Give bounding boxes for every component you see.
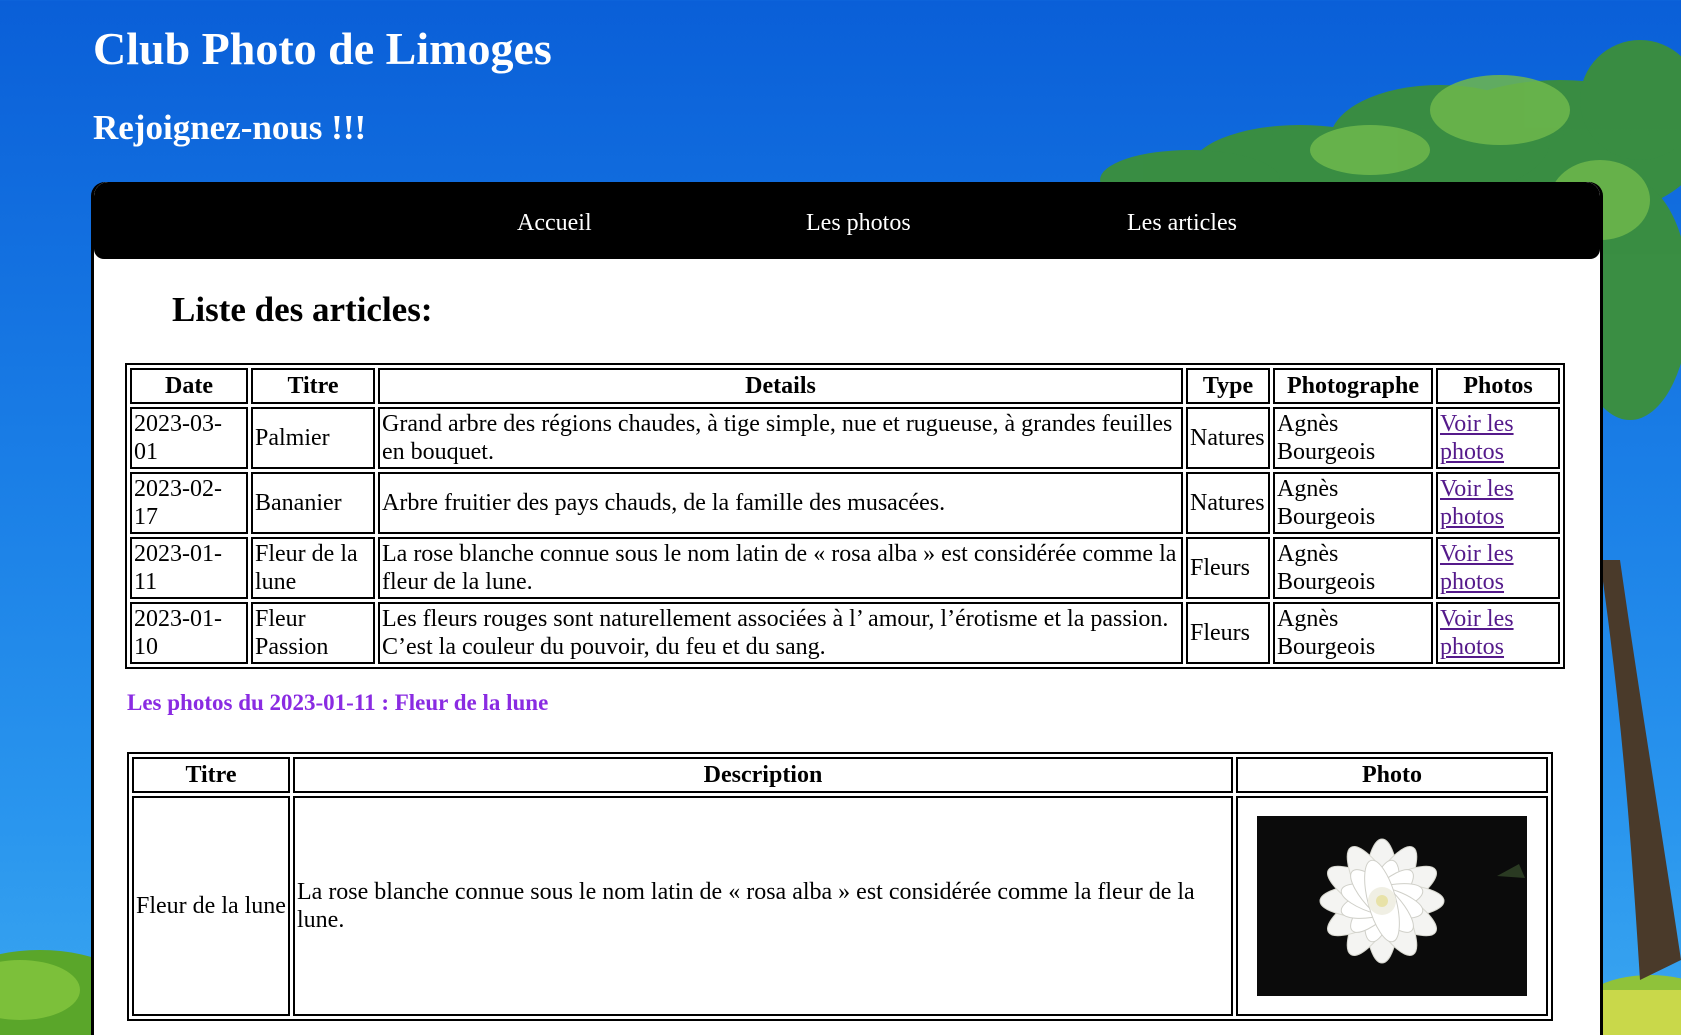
- cell-type: Fleurs: [1186, 537, 1270, 599]
- cell-titre: Fleur de la lune: [251, 537, 375, 599]
- cell-titre: Palmier: [251, 407, 375, 469]
- cell-photos: Voir les photos: [1436, 407, 1560, 469]
- cell-photos: Voir les photos: [1436, 602, 1560, 664]
- cell-photos: Voir les photos: [1436, 472, 1560, 534]
- articles-heading: Liste des articles:: [172, 290, 433, 329]
- col-photographe: Photographe: [1273, 368, 1433, 404]
- cell-photo: [1236, 796, 1548, 1016]
- photos-table: Titre Description Photo Fleur de la lune…: [127, 752, 1553, 1021]
- cell-date: 2023-03-01: [130, 407, 248, 469]
- cell-titre: Fleur de la lune: [132, 796, 290, 1016]
- table-row: 2023-01-11 Fleur de la lune La rose blan…: [130, 537, 1560, 599]
- site-title: Club Photo de Limoges: [93, 23, 552, 74]
- cell-titre: Bananier: [251, 472, 375, 534]
- col-description: Description: [293, 757, 1233, 793]
- articles-table: Date Titre Details Type Photographe Phot…: [125, 363, 1565, 669]
- cell-photographe: Agnès Bourgeois: [1273, 537, 1433, 599]
- col-date: Date: [130, 368, 248, 404]
- nav-link-accueil[interactable]: Accueil: [517, 210, 592, 237]
- col-photo: Photo: [1236, 757, 1548, 793]
- voir-photos-link[interactable]: Voir les photos: [1440, 541, 1514, 595]
- cell-details: Les fleurs rouges sont naturellement ass…: [378, 602, 1183, 664]
- col-titre: Titre: [132, 757, 290, 793]
- table-row: 2023-03-01 Palmier Grand arbre des régio…: [130, 407, 1560, 469]
- articles-header-row: Date Titre Details Type Photographe Phot…: [130, 368, 1560, 404]
- photos-heading: Les photos du 2023-01-11 : Fleur de la l…: [127, 690, 549, 715]
- photos-header-row: Titre Description Photo: [132, 757, 1548, 793]
- voir-photos-link[interactable]: Voir les photos: [1440, 411, 1514, 465]
- col-type: Type: [1186, 368, 1270, 404]
- table-row: 2023-01-10 Fleur Passion Les fleurs roug…: [130, 602, 1560, 664]
- voir-photos-link[interactable]: Voir les photos: [1440, 476, 1514, 530]
- table-row: 2023-02-17 Bananier Arbre fruitier des p…: [130, 472, 1560, 534]
- cell-photographe: Agnès Bourgeois: [1273, 602, 1433, 664]
- cell-type: Fleurs: [1186, 602, 1270, 664]
- voir-photos-link[interactable]: Voir les photos: [1440, 606, 1514, 660]
- cell-details: La rose blanche connue sous le nom latin…: [378, 537, 1183, 599]
- nav-bar: Accueil Les photos Les articles: [94, 182, 1600, 259]
- cell-photographe: Agnès Bourgeois: [1273, 407, 1433, 469]
- table-row: Fleur de la lune La rose blanche connue …: [132, 796, 1548, 1016]
- col-photos: Photos: [1436, 368, 1560, 404]
- white-flower-photo[interactable]: [1257, 816, 1527, 996]
- col-details: Details: [378, 368, 1183, 404]
- cell-photos: Voir les photos: [1436, 537, 1560, 599]
- nav-link-les-photos[interactable]: Les photos: [806, 210, 911, 237]
- nav-link-les-articles[interactable]: Les articles: [1127, 210, 1237, 237]
- cell-details: Grand arbre des régions chaudes, à tige …: [378, 407, 1183, 469]
- cell-details: Arbre fruitier des pays chauds, de la fa…: [378, 472, 1183, 534]
- col-titre: Titre: [251, 368, 375, 404]
- cell-date: 2023-01-10: [130, 602, 248, 664]
- cell-date: 2023-02-17: [130, 472, 248, 534]
- flower-image: [1257, 816, 1527, 996]
- cell-photographe: Agnès Bourgeois: [1273, 472, 1433, 534]
- cell-description: La rose blanche connue sous le nom latin…: [293, 796, 1233, 1016]
- cell-titre: Fleur Passion: [251, 602, 375, 664]
- site-subtitle: Rejoignez-nous !!!: [93, 108, 367, 147]
- cell-type: Natures: [1186, 472, 1270, 534]
- main-panel: Accueil Les photos Les articles Liste de…: [94, 182, 1600, 1035]
- cell-type: Natures: [1186, 407, 1270, 469]
- cell-date: 2023-01-11: [130, 537, 248, 599]
